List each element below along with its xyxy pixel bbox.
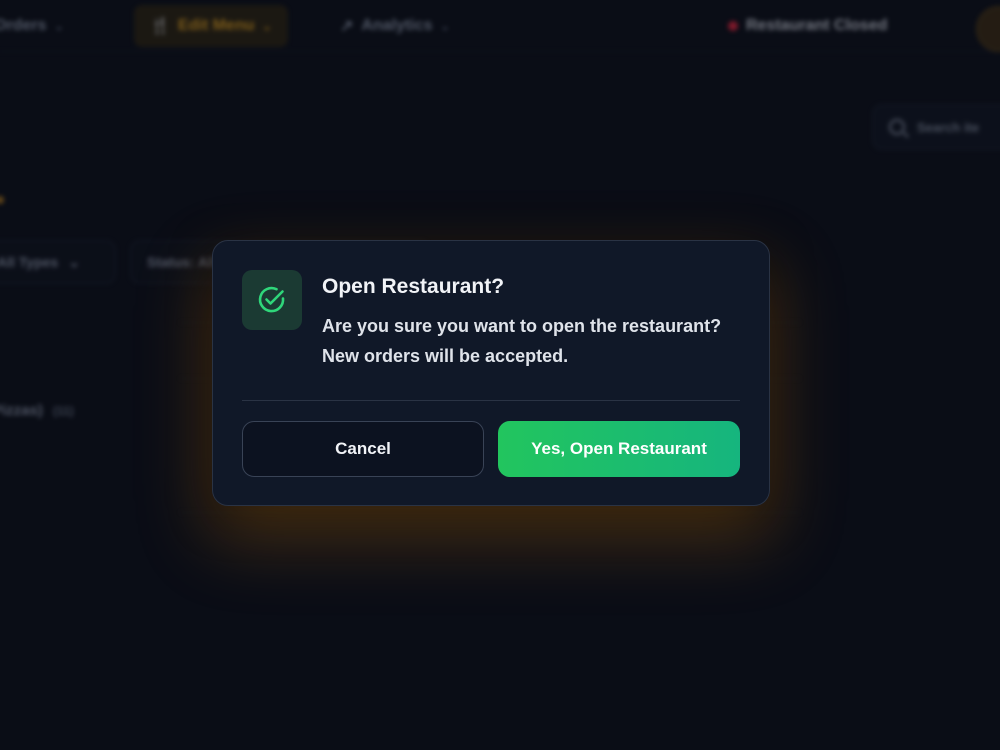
dialog-message: Are you sure you want to open the restau… [322,316,722,366]
nav-edit-menu[interactable]: 🍴 Edit Menu ⌄ [134,5,288,47]
section-marker [0,196,4,204]
confirm-open-button[interactable]: Yes, Open Restaurant [498,421,740,477]
restaurant-status[interactable]: Restaurant Closed [728,14,887,38]
chevron-down-icon: ⌄ [440,20,450,33]
search-icon [889,119,905,135]
open-restaurant-dialog: Open Restaurant? Are you sure you want t… [212,240,770,506]
divider [180,512,800,513]
type-filter[interactable]: All Types ⌄ [0,240,116,284]
type-filter-label: All Types [0,254,59,270]
chevron-down-icon: ⌄ [54,20,64,33]
nav-analytics-label: Analytics [361,17,433,34]
chevron-down-icon: ⌄ [262,20,272,33]
status-filter-label: Status: All [147,254,216,270]
category-item[interactable]: Pizzas) (11) [0,402,74,419]
cancel-button[interactable]: Cancel [242,421,484,477]
search-placeholder: Search ite [917,119,980,135]
nav-orders[interactable]: Orders ⌄ [0,14,64,38]
top-nav: Orders ⌄ 🍴 Edit Menu ⌄ ↗ Analytics ⌄ Res… [0,0,1000,52]
category-name: Pizzas) [0,402,43,419]
restaurant-status-label: Restaurant Closed [746,17,888,34]
nav-orders-label: Orders [0,17,47,34]
avatar[interactable] [976,6,1000,52]
dialog-title: Open Restaurant? [322,275,505,298]
nav-analytics[interactable]: ↗ Analytics ⌄ [340,14,450,38]
check-circle-icon [242,270,302,330]
search-input[interactable]: Search ite [872,104,1000,150]
utensils-icon: 🍴 [150,18,170,35]
nav-edit-menu-label: Edit Menu [177,17,255,34]
status-dot-icon [728,21,738,31]
dialog-divider [242,400,740,401]
chevron-down-icon: ⌄ [68,253,80,270]
category-count: (11) [53,404,74,418]
trend-icon: ↗ [340,18,354,35]
